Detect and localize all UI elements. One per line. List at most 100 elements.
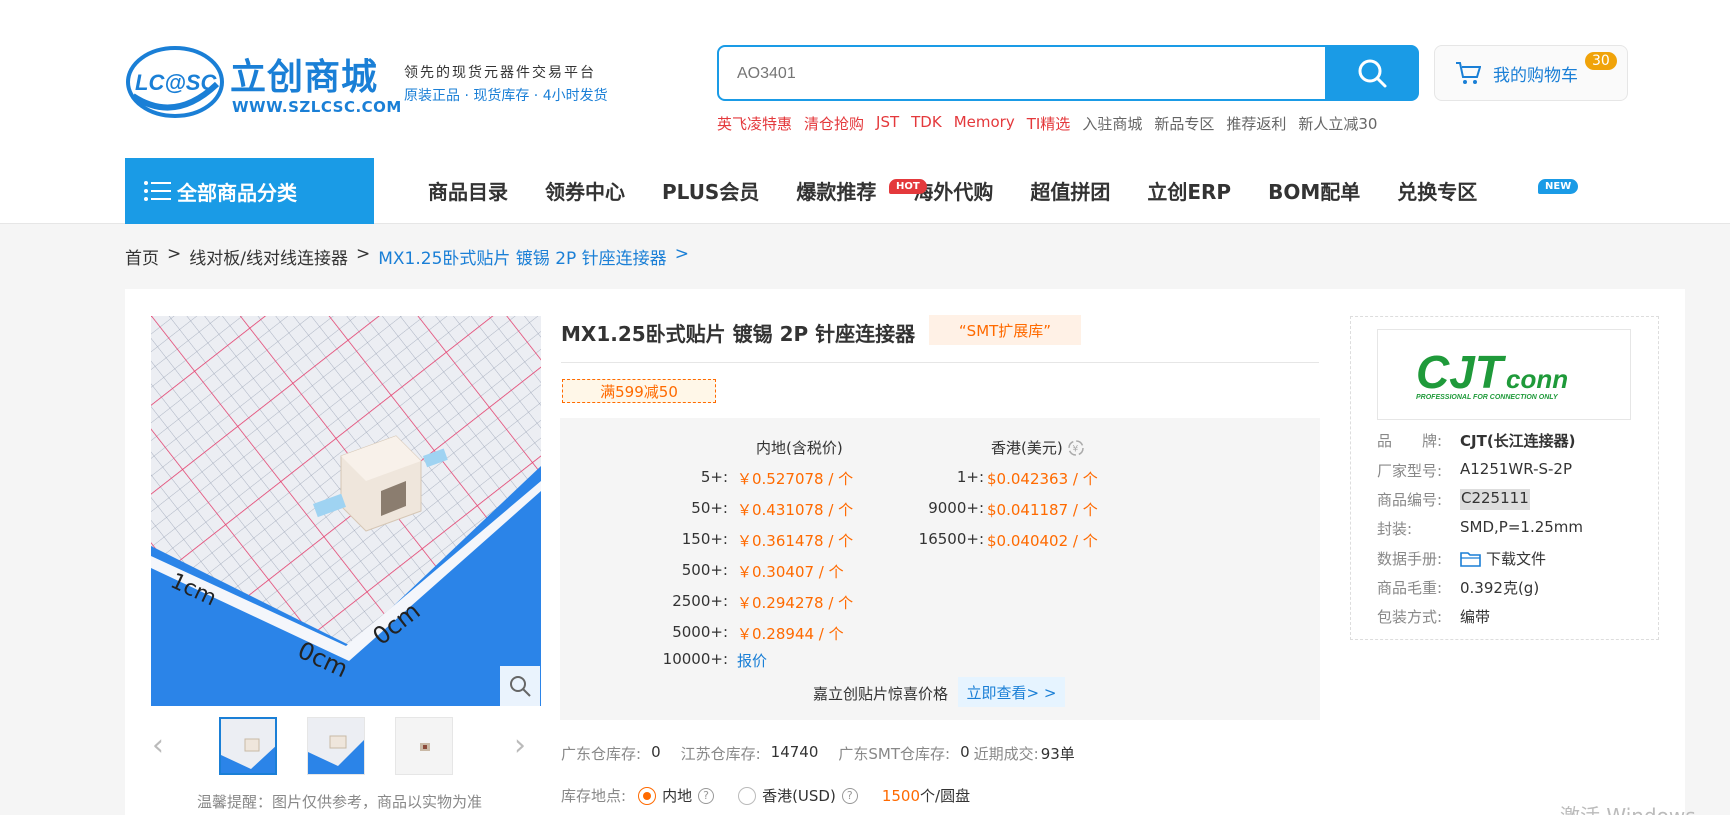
nav-item-erp[interactable]: 立创ERP [1147, 176, 1231, 205]
hotword-link[interactable]: 英飞凌特惠 [717, 113, 792, 134]
spec-value: A1251WR-S-2P [1460, 460, 1573, 478]
spec-key: 商品毛重: [1377, 579, 1443, 597]
radio-hk[interactable] [738, 786, 757, 805]
cart-button[interactable]: 我的购物车 30 [1434, 45, 1628, 101]
promo-coupon[interactable]: 满599减50 [562, 379, 716, 403]
price-header-mainland: 内地(含税价) [756, 439, 843, 457]
windows-watermark: 激活 Windows [1560, 800, 1696, 815]
search-input[interactable] [737, 61, 1297, 87]
tier-price: ￥0.527078 / 个 [737, 470, 854, 488]
tier-qty: 5000+: [672, 623, 728, 641]
hotword-link[interactable]: 新人立减30 [1298, 113, 1377, 134]
help-icon[interactable]: ? [841, 787, 858, 804]
spec-value: SMD,P=1.25mm [1460, 518, 1584, 536]
hotword-link[interactable]: TDK [911, 113, 942, 134]
all-categories-button[interactable]: 全部商品分类 [125, 158, 374, 224]
thumbnail-3[interactable] [395, 717, 453, 775]
site-header: LC@SC 立创商城 WWW.SZLCSC.COM 领先的现货元器件交易平台 原… [0, 0, 1730, 224]
nav-item-catalog[interactable]: 商品目录 [428, 176, 508, 205]
thumbnail-2[interactable] [307, 717, 365, 775]
nav-item-exchange[interactable]: 兑换专区 [1397, 176, 1477, 205]
svg-text:LC@SC: LC@SC [135, 70, 217, 95]
nav-item-group-buy[interactable]: 超值拼团 [1030, 176, 1110, 205]
spec-value: C225111 [1460, 489, 1530, 510]
stock-label: 江苏仓库存: [680, 745, 761, 763]
stock-value: 0 [960, 743, 970, 761]
breadcrumb-current[interactable]: MX1.25卧式贴片 镀锡 2P 针座连接器 [378, 244, 666, 269]
lcsc-logo-icon[interactable]: LC@SC [125, 44, 225, 120]
hotword-link[interactable]: 新品专区 [1154, 113, 1214, 134]
tier-qty: 9000+: [928, 499, 984, 517]
help-icon[interactable]: ? [698, 787, 715, 804]
new-badge: NEW [1538, 179, 1579, 194]
divider [561, 362, 1319, 363]
hotword-link[interactable]: 入驻商城 [1082, 113, 1142, 134]
datasheet-download-label: 下载文件 [1486, 550, 1547, 568]
hotword-link[interactable]: 推荐返利 [1226, 113, 1286, 134]
tier-price: ￥0.361478 / 个 [737, 532, 854, 550]
tier-qty: 2500+: [672, 592, 728, 610]
tier-qty: 1+: [956, 468, 984, 486]
hot-search-words: 英飞凌特惠 清仓抢购 JST TDK Memory TI精选 入驻商城 新品专区 推荐返利 新人立… [717, 113, 1389, 134]
spec-value[interactable]: CJT(长江连接器) [1460, 430, 1576, 451]
smt-library-tag: “SMT扩展库” [929, 315, 1081, 345]
stock-value: 0 [651, 743, 661, 761]
breadcrumb: 首页 > 线对板/线对线连接器 > MX1.25卧式贴片 镀锡 2P 针座连接器… [125, 244, 689, 269]
exchange-rate-icon[interactable]: ¥ [1067, 439, 1085, 457]
price-header-hk: 香港(美元) ¥ [991, 437, 1085, 458]
datasheet-download-link[interactable]: 下载文件 [1460, 548, 1546, 569]
folder-icon [1460, 551, 1481, 567]
nav-item-plus[interactable]: PLUS会员 [662, 176, 759, 205]
spec-key: 数据手册: [1377, 550, 1443, 568]
nav-item-bom[interactable]: BOM配单 [1268, 176, 1360, 205]
jlc-smt-text: 嘉立创贴片惊喜价格 [813, 685, 949, 703]
tier-qty: 500+: [681, 561, 728, 579]
breadcrumb-home[interactable]: 首页 [125, 244, 159, 269]
spec-row: 商品编号: C225111 [1377, 489, 1530, 510]
brand-logo[interactable]: CJT conn PROFESSIONAL FOR CONNECTION ONL… [1377, 329, 1631, 420]
stock-label: 广东仓库存: [561, 745, 642, 763]
search-button[interactable] [1325, 45, 1419, 101]
stock-value: 14740 [770, 743, 819, 761]
nav-item-hot[interactable]: 爆款推荐 [796, 176, 876, 205]
radio-mainland[interactable] [638, 786, 657, 805]
tier-price: $0.042363 / 个 [987, 470, 1098, 488]
search-icon [1358, 59, 1387, 88]
hotword-link[interactable]: 清仓抢购 [804, 113, 864, 134]
tier-qty: 10000+: [662, 650, 728, 668]
thumb-next-arrow-icon[interactable]: › [514, 728, 526, 763]
breadcrumb-category[interactable]: 线对板/线对线连接器 [189, 244, 348, 269]
spec-value: 编带 [1460, 608, 1491, 626]
cjt-brand-logo-icon: CJT conn PROFESSIONAL FOR CONNECTION ONL… [1416, 346, 1568, 401]
quote-link[interactable]: 报价 [737, 650, 767, 671]
nav-item-hot-label: 爆款推荐 [796, 180, 877, 204]
spec-row: 封装: SMD,P=1.25mm [1377, 518, 1583, 539]
slogan-line2: 原装正品 · 现货库存 · 4小时发货 [404, 88, 608, 104]
svg-text:CJT: CJT [1416, 346, 1507, 398]
spec-row: 包装方式: 编带 [1377, 606, 1490, 627]
price-header-hk-label: 香港(美元) [991, 439, 1063, 457]
thumbnail-image-icon [396, 718, 452, 774]
svg-text:conn: conn [1506, 364, 1568, 394]
jlc-view-button[interactable]: 立即查看> > [958, 677, 1065, 707]
zoom-button[interactable] [500, 666, 540, 706]
image-disclaimer: 温馨提醒：图片仅供参考，商品以实物为准 [197, 793, 483, 811]
hotword-link[interactable]: TI精选 [1027, 113, 1071, 134]
cart-count-badge: 30 [1585, 52, 1617, 70]
spec-row: 数据手册: 下载文件 [1377, 548, 1546, 569]
logo-title[interactable]: 立创商城 [230, 48, 378, 100]
thumbnail-image-icon [221, 719, 275, 773]
product-main-image[interactable]: 1cm 0cm 0cm [151, 316, 541, 706]
hotword-link[interactable]: JST [876, 113, 899, 134]
tier-qty: 5+: [700, 468, 728, 486]
nav-item-coupons[interactable]: 领券中心 [545, 176, 625, 205]
hotword-link[interactable]: Memory [954, 113, 1015, 134]
radio-mainland-label: 内地 [662, 787, 693, 805]
zoom-icon [510, 676, 531, 697]
product-title: MX1.25卧式贴片 镀锡 2P 针座连接器 [561, 322, 916, 346]
thumb-prev-arrow-icon[interactable]: ‹ [152, 728, 164, 763]
spec-key: 包装方式: [1377, 608, 1443, 626]
cart-label: 我的购物车 [1493, 65, 1578, 86]
breadcrumb-sep: > [167, 244, 182, 264]
thumbnail-1[interactable] [219, 717, 277, 775]
